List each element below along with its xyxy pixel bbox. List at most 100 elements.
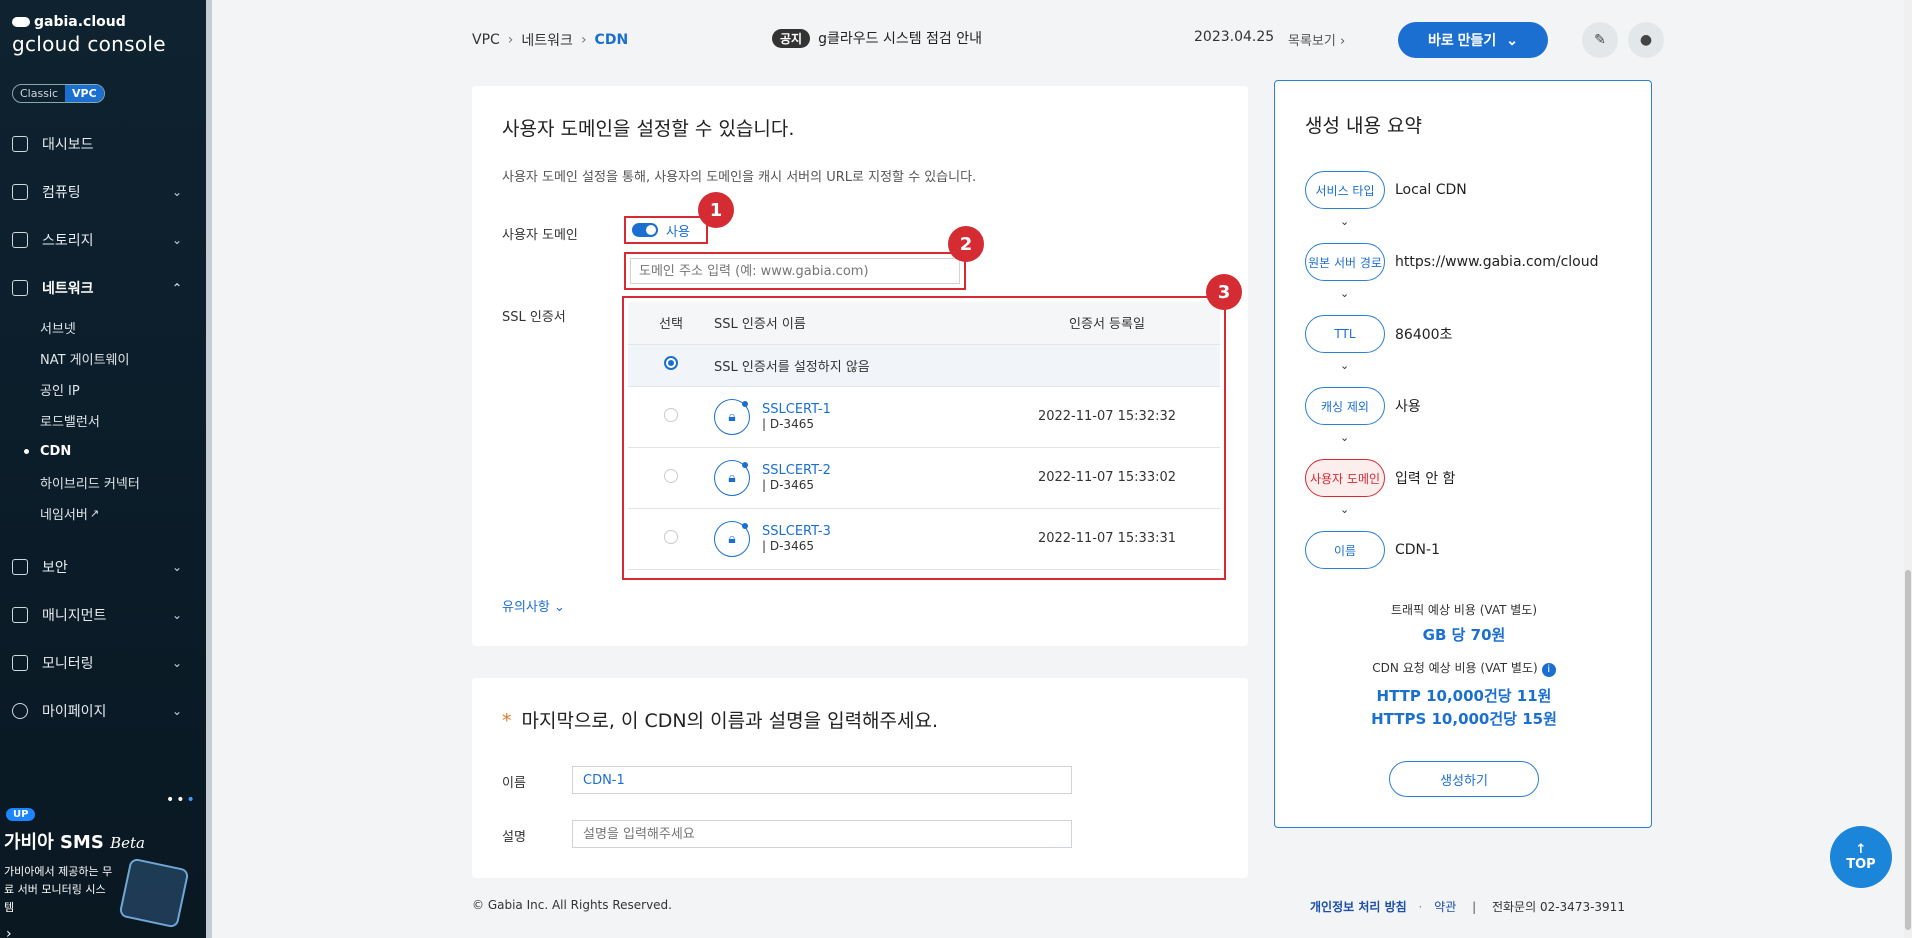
sidebar: gabia.cloud gcloud console Classic VPC 대… bbox=[0, 0, 212, 938]
notice-date: 2023.04.25 bbox=[1194, 29, 1275, 45]
toggle-switch[interactable] bbox=[632, 223, 658, 237]
carousel-dots[interactable]: ••• bbox=[166, 792, 197, 808]
sidebar-item-monitoring[interactable]: 모니터링 ⌄ bbox=[0, 639, 206, 687]
chevron-down-icon: ⌄ bbox=[1340, 287, 1350, 300]
sidebar-subitem-subnet[interactable]: 서브넷 bbox=[40, 312, 206, 343]
chevron-down-icon: ⌄ bbox=[1506, 31, 1519, 48]
network-submenu: 서브넷 NAT 게이트웨이 공인 IP 로드밸런서 CDN 하이브리드 커넥터 … bbox=[0, 312, 206, 529]
create-button[interactable]: 생성하기 bbox=[1389, 761, 1539, 797]
cert-name[interactable]: SSLCERT-2 bbox=[762, 463, 831, 478]
sidebar-subitem-hybrid[interactable]: 하이브리드 커넥터 bbox=[40, 467, 206, 498]
cert-date: 2022-11-07 15:33:02 bbox=[994, 447, 1220, 509]
table-row[interactable]: SSL 인증서를 설정하지 않음 bbox=[628, 344, 1220, 387]
radio-no-ssl[interactable] bbox=[664, 356, 678, 370]
sms-promo-banner[interactable]: UP 가비아 SMS Beta 가비아에서 제공하는 무료 서버 모니터링 시스… bbox=[0, 808, 206, 938]
breadcrumb-network[interactable]: 네트워크 bbox=[521, 30, 573, 50]
sidebar-subitem-cdn[interactable]: CDN bbox=[24, 436, 206, 467]
sidebar-item-network[interactable]: 네트워크 ⌃ bbox=[0, 264, 206, 312]
sidebar-item-management[interactable]: 매니지먼트 ⌄ bbox=[0, 591, 206, 639]
breadcrumb: VPC › 네트워크 › CDN bbox=[472, 30, 628, 50]
sidebar-item-computing[interactable]: 컴퓨팅 ⌄ bbox=[0, 168, 206, 216]
description-input[interactable] bbox=[572, 820, 1072, 848]
cert-name[interactable]: SSLCERT-3 bbox=[762, 524, 831, 539]
privacy-link[interactable]: 개인정보 처리 방침 bbox=[1310, 900, 1407, 914]
summary-row: 캐싱 제외 사용 bbox=[1305, 387, 1421, 425]
section-title-text: 마지막으로, 이 CDN의 이름과 설명을 입력해주세요. bbox=[521, 710, 939, 732]
top-label: TOP bbox=[1846, 857, 1876, 872]
dashboard-icon bbox=[12, 136, 28, 152]
sidebar-item-label: 네트워크 bbox=[42, 281, 94, 297]
promo-desc: 가비아에서 제공하는 무료 서버 모니터링 시스템 bbox=[4, 865, 113, 914]
footer-links: 개인정보 처리 방침 · 약관 | 전화문의 02-3473-3911 bbox=[1310, 900, 1625, 914]
notice[interactable]: 공지 g클라우드 시스템 점검 안내 bbox=[772, 28, 982, 48]
cert-date: 2022-11-07 15:32:32 bbox=[994, 386, 1220, 448]
table-row[interactable]: 🔒︎ SSLCERT-3 | D-3465 2022-11-07 15:33:31 bbox=[628, 508, 1220, 570]
summary-key-warning: 사용자 도메인 bbox=[1305, 459, 1385, 497]
notice-list-label: 목록보기 bbox=[1288, 34, 1336, 49]
domain-input[interactable] bbox=[630, 258, 960, 284]
sidebar-scrollbar[interactable] bbox=[206, 0, 212, 938]
sidebar-subitem-nat[interactable]: NAT 게이트웨이 bbox=[40, 343, 206, 374]
user-icon bbox=[12, 703, 28, 719]
lock-icon: 🔒︎ bbox=[714, 398, 750, 435]
cert-id: | D-3465 bbox=[762, 478, 814, 492]
summary-title: 생성 내용 요약 bbox=[1305, 115, 1422, 137]
chat-icon[interactable]: ✎ bbox=[1582, 22, 1618, 58]
sidebar-nav: 대시보드 컴퓨팅 ⌄ 스토리지 ⌄ 네트워크 ⌃ 서브넷 NAT 게이트웨이 공인 I… bbox=[0, 120, 206, 735]
management-icon bbox=[12, 607, 28, 623]
sidebar-subitem-load-balancer[interactable]: 로드밸런서 bbox=[40, 405, 206, 436]
chevron-down-icon: ⌄ bbox=[171, 233, 182, 247]
promo-title: 가비아 SMS Beta bbox=[4, 828, 145, 854]
radio-sslcert-1[interactable] bbox=[664, 407, 678, 422]
col-cert-date: 인증서 등록일 bbox=[994, 302, 1220, 345]
sidebar-item-security[interactable]: 보안 ⌄ bbox=[0, 543, 206, 591]
breadcrumb-vpc[interactable]: VPC bbox=[472, 32, 500, 48]
traffic-cost-value: GB 당 70원 bbox=[1422, 626, 1506, 644]
cert-id: | D-3465 bbox=[762, 417, 814, 431]
notice-list-link[interactable]: 목록보기 › bbox=[1288, 30, 1345, 49]
external-link-icon: ↗ bbox=[89, 507, 100, 520]
scroll-top-button[interactable]: ↑ TOP bbox=[1830, 826, 1892, 888]
table-row[interactable]: 🔒︎ SSLCERT-2 | D-3465 2022-11-07 15:33:02 bbox=[628, 447, 1220, 509]
toggle-label: 사용 bbox=[666, 224, 690, 240]
section-title: * 마지막으로, 이 CDN의 이름과 설명을 입력해주세요. bbox=[502, 706, 938, 733]
switch-vpc[interactable]: VPC bbox=[65, 85, 104, 102]
sidebar-item-label: 모니터링 bbox=[42, 656, 94, 672]
summary-value: Local CDN bbox=[1395, 182, 1467, 198]
summary-panel: 생성 내용 요약 서비스 타입 Local CDN ⌄ 원본 서버 경로 https… bbox=[1274, 80, 1652, 828]
name-input[interactable] bbox=[572, 766, 1072, 794]
summary-value: https://www.gabia.com/cloud bbox=[1395, 254, 1599, 270]
sidebar-item-dashboard[interactable]: 대시보드 bbox=[0, 120, 206, 168]
notes-toggle[interactable]: 유의사항 ⌄ bbox=[502, 596, 565, 615]
terms-link[interactable]: 약관 bbox=[1434, 900, 1456, 914]
notice-text[interactable]: g클라우드 시스템 점검 안내 bbox=[818, 28, 982, 48]
arrow-right-icon[interactable]: › bbox=[6, 926, 12, 938]
chevron-down-icon: ⌄ bbox=[1340, 215, 1350, 228]
user-domain-toggle[interactable]: 사용 bbox=[624, 216, 708, 244]
sidebar-item-storage[interactable]: 스토리지 ⌄ bbox=[0, 216, 206, 264]
summary-row: 이름 CDN-1 bbox=[1305, 531, 1440, 569]
classic-vpc-switch[interactable]: Classic VPC bbox=[12, 84, 105, 103]
annotation-marker-2: 2 bbox=[948, 226, 984, 262]
brand-logo[interactable]: gabia.cloud gcloud console bbox=[12, 14, 166, 56]
radio-sslcert-3[interactable] bbox=[664, 529, 678, 544]
scrollbar-thumb[interactable] bbox=[1905, 570, 1911, 930]
cert-name[interactable]: SSLCERT-1 bbox=[762, 402, 831, 417]
info-icon[interactable]: i bbox=[1541, 663, 1556, 677]
quick-create-button[interactable]: 바로 만들기 ⌄ bbox=[1398, 22, 1548, 58]
switch-classic[interactable]: Classic bbox=[13, 85, 65, 102]
section-desc: 사용자 도메인 설정을 통해, 사용자의 도메인을 캐시 서버의 URL로 지정… bbox=[502, 170, 977, 185]
sidebar-item-mypage[interactable]: 마이페이지 ⌄ bbox=[0, 687, 206, 735]
sidebar-subitem-nameserver[interactable]: 네임서버 ↗ bbox=[40, 498, 206, 529]
chevron-down-icon: ⌄ bbox=[171, 704, 182, 718]
network-icon bbox=[12, 280, 28, 296]
sidebar-subitem-public-ip[interactable]: 공인 IP bbox=[40, 374, 206, 405]
ssl-table-highlight: 선택 SSL 인증서 이름 인증서 등록일 SSL 인증서를 설정하지 않음 🔒… bbox=[622, 296, 1226, 580]
traffic-cost: 트래픽 예상 비용 (VAT 별도) GB 당 70원 bbox=[1275, 601, 1653, 645]
chevron-down-icon: ⌄ bbox=[1340, 503, 1350, 516]
table-row[interactable]: 🔒︎ SSLCERT-1 | D-3465 2022-11-07 15:32:32 bbox=[628, 386, 1220, 448]
radio-sslcert-2[interactable] bbox=[664, 468, 678, 483]
user-profile-icon[interactable]: ● bbox=[1628, 22, 1664, 58]
annotation-marker-3: 3 bbox=[1206, 274, 1242, 310]
page-scrollbar[interactable] bbox=[1904, 0, 1912, 938]
